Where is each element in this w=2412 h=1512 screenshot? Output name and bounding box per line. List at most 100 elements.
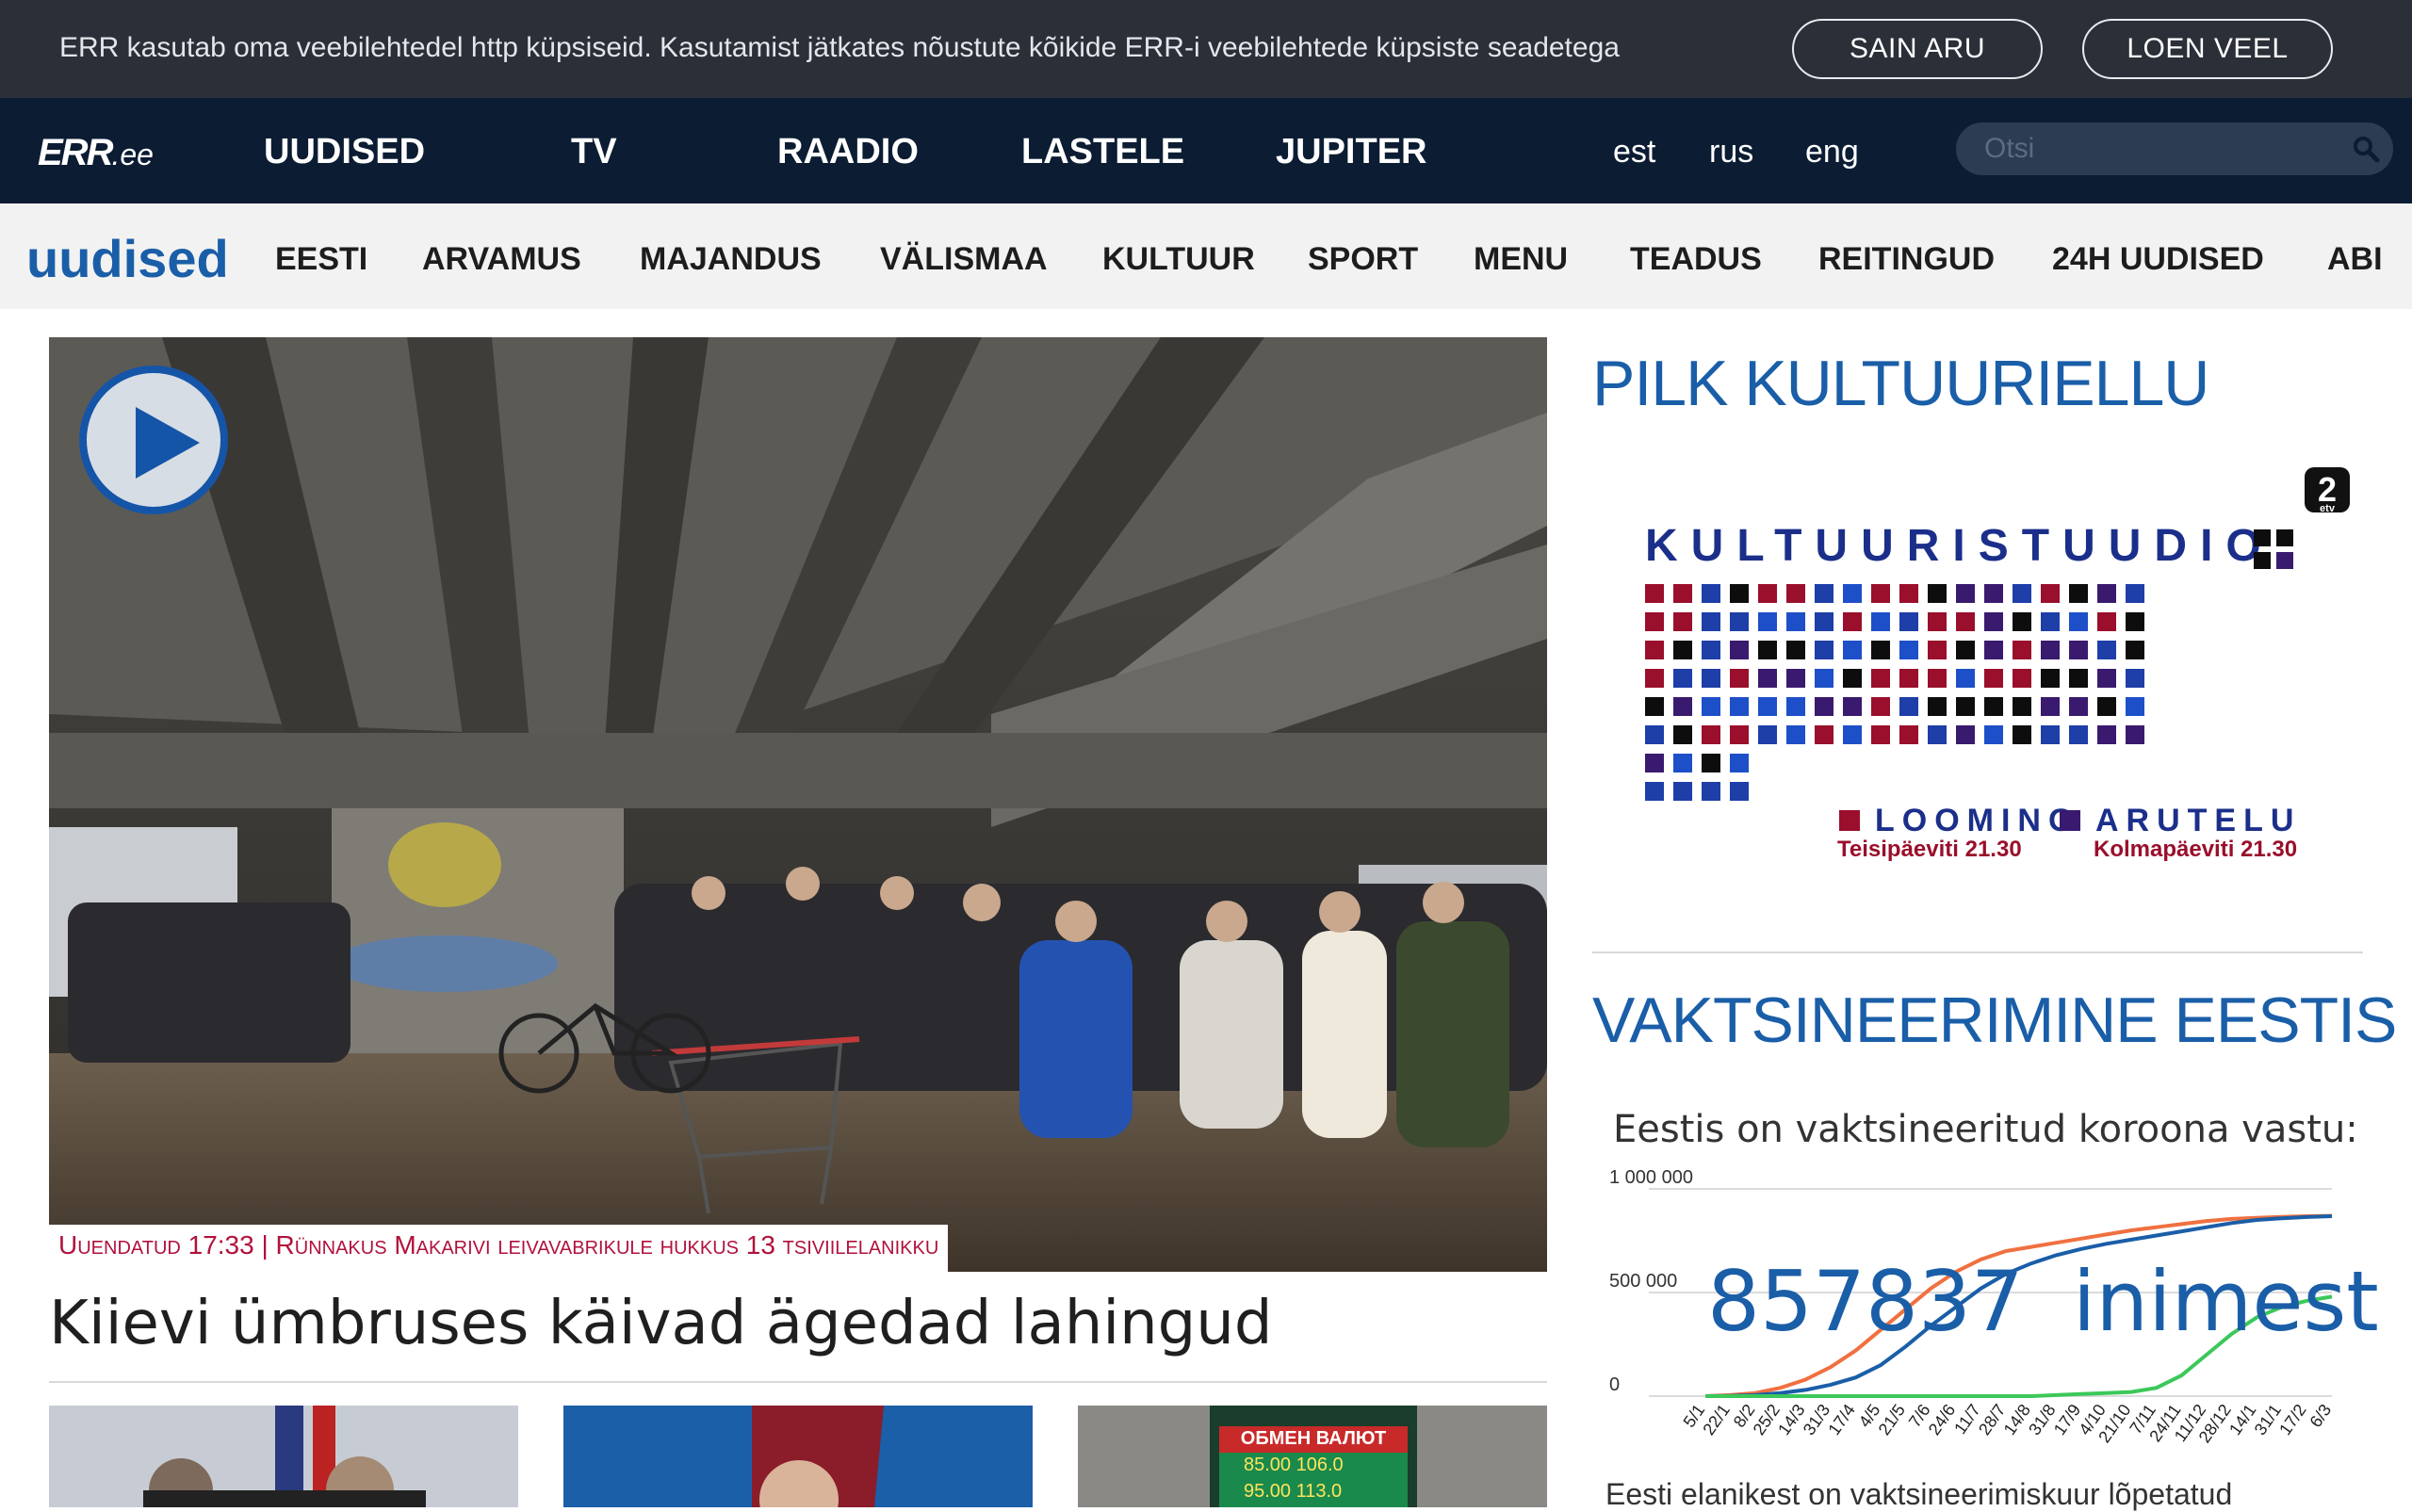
subnav-eesti[interactable]: EESTI xyxy=(275,241,367,278)
x-tick-label: 17/2 xyxy=(2275,1401,2309,1439)
section-logo-uudised[interactable]: uudised xyxy=(26,228,229,289)
nav-jupiter[interactable]: JUPITER xyxy=(1276,132,1426,172)
lang-eng[interactable]: eng xyxy=(1805,134,1859,171)
grid-square xyxy=(1928,641,1947,659)
grid-square xyxy=(2069,584,2088,603)
grid-square xyxy=(2097,641,2116,659)
grid-square xyxy=(1815,725,1833,744)
grid-square xyxy=(1758,669,1777,688)
grid-square xyxy=(2126,584,2144,603)
grid-square xyxy=(1645,641,1664,659)
legend-square-purple xyxy=(2060,810,2080,831)
grid-square xyxy=(1702,669,1720,688)
article-thumb-2[interactable] xyxy=(563,1406,1033,1507)
grid-square xyxy=(1815,641,1833,659)
grid-square xyxy=(1928,697,1947,716)
search-input[interactable] xyxy=(1984,132,2342,166)
logo-main: ERR xyxy=(38,132,113,173)
legend-looming-time: Teisipäeviti 21.30 xyxy=(1837,837,2022,862)
grid-square xyxy=(1843,697,1862,716)
grid-square xyxy=(1758,697,1777,716)
hero-image[interactable]: Uuendatud 17:33 | Rünnakus Makarivi leiv… xyxy=(49,337,1547,1272)
nav-uudised[interactable]: UUDISED xyxy=(264,132,425,172)
grid-square xyxy=(1730,612,1749,631)
subnav-abi[interactable]: ABI xyxy=(2327,241,2383,278)
grid-square xyxy=(2126,669,2144,688)
hero-headline[interactable]: Kiievi ümbruses käivad ägedad lahingud xyxy=(49,1289,1272,1358)
thumb-photo-1 xyxy=(49,1406,518,1507)
kultuuristuudio-title[interactable]: KULTUURISTUUDIO xyxy=(1645,520,2274,572)
grid-square xyxy=(1758,725,1777,744)
x-tick-label: 24/6 xyxy=(1925,1401,1959,1439)
x-tick-label: 22/1 xyxy=(1699,1401,1733,1439)
lang-est[interactable]: est xyxy=(1613,134,1655,171)
subnav-majandus[interactable]: MAJANDUS xyxy=(640,241,822,278)
subnav-kultuur[interactable]: KULTUUR xyxy=(1102,241,1255,278)
grid-square xyxy=(1899,697,1918,716)
grid-square xyxy=(2041,725,2060,744)
grid-square xyxy=(1871,725,1890,744)
grid-square xyxy=(1758,584,1777,603)
subnav-reitingud[interactable]: REITINGUD xyxy=(1818,241,1995,278)
grid-square xyxy=(1956,725,1975,744)
grid-square xyxy=(1702,725,1720,744)
cookie-more-button[interactable]: LOEN VEEL xyxy=(2082,19,2333,79)
grid-square xyxy=(1673,754,1692,772)
grid-square xyxy=(1928,612,1947,631)
grid-square xyxy=(1786,669,1805,688)
grid-square xyxy=(2276,552,2293,569)
article-thumb-1[interactable] xyxy=(49,1406,518,1507)
vaccination-heading: Eestis on vaktsineeritud koroona vastu: xyxy=(1613,1108,2358,1151)
grid-square xyxy=(2126,612,2144,631)
grid-square xyxy=(1843,584,1862,603)
nav-lastele[interactable]: LASTELE xyxy=(1021,132,1184,172)
exchange-rate-1: 85.00 106.0 xyxy=(1244,1455,1344,1475)
promo-section-title[interactable]: PILK KULTUURIELLU xyxy=(1592,347,2209,420)
grid-square xyxy=(1843,669,1862,688)
grid-square xyxy=(1815,697,1833,716)
x-tick-label: 31/1 xyxy=(2251,1401,2285,1439)
grid-square xyxy=(2041,612,2060,631)
search-icon[interactable] xyxy=(2352,135,2380,163)
play-icon xyxy=(136,407,200,479)
nav-raadio[interactable]: RAADIO xyxy=(777,132,919,172)
grid-square xyxy=(1702,782,1720,801)
grid-square xyxy=(1956,584,1975,603)
grid-square xyxy=(2041,641,2060,659)
subnav-arvamus[interactable]: ARVAMUS xyxy=(422,241,581,278)
vaccination-section-title[interactable]: VAKTSINEERIMINE EESTIS xyxy=(1592,984,2397,1057)
divider xyxy=(1592,951,2363,953)
grid-square xyxy=(1899,725,1918,744)
grid-square xyxy=(1786,725,1805,744)
subnav-teadus[interactable]: TEADUS xyxy=(1630,241,1762,278)
nav-tv[interactable]: TV xyxy=(571,132,617,172)
x-tick-label: 31/3 xyxy=(1800,1401,1833,1439)
cookie-accept-button[interactable]: SAIN ARU xyxy=(1792,19,2043,79)
grid-square xyxy=(2069,725,2088,744)
grid-square xyxy=(2126,697,2144,716)
lang-rus[interactable]: rus xyxy=(1709,134,1753,171)
play-video-button[interactable] xyxy=(79,366,228,514)
subnav-valismaa[interactable]: VÄLISMAA xyxy=(880,241,1048,278)
grid-square xyxy=(1730,697,1749,716)
grid-square xyxy=(1645,725,1664,744)
subnav-sport[interactable]: SPORT xyxy=(1308,241,1418,278)
grid-square xyxy=(1645,612,1664,631)
x-tick-label: 14/1 xyxy=(2225,1401,2259,1439)
grid-square xyxy=(2126,641,2144,659)
x-tick-label: 17/9 xyxy=(2050,1401,2084,1439)
x-tick-label: 14/8 xyxy=(2000,1401,2034,1439)
legend-arutelu: ARUTELU xyxy=(2060,803,2301,839)
subnav-menu[interactable]: MENU xyxy=(1474,241,1568,278)
grid-square xyxy=(1673,584,1692,603)
legend-looming: LOOMING xyxy=(1839,803,2080,839)
grid-square xyxy=(1702,641,1720,659)
subnav-24h-uudised[interactable]: 24H UUDISED xyxy=(2052,241,2264,278)
hero-update-tag[interactable]: Uuendatud 17:33 | Rünnakus Makarivi leiv… xyxy=(49,1225,949,1272)
cookie-text: ERR kasutab oma veebilehtedel http küpsi… xyxy=(59,32,1620,63)
err-logo[interactable]: ERR.ee xyxy=(38,132,154,174)
exchange-sign: ОБМЕН ВАЛЮТ xyxy=(1240,1428,1387,1449)
x-tick-label: 21/5 xyxy=(1875,1401,1909,1439)
y-tick-label: 0 xyxy=(1609,1374,1620,1395)
article-thumb-3[interactable]: ОБМЕН ВАЛЮТ 85.00 106.0 95.00 113.0 xyxy=(1078,1406,1547,1507)
